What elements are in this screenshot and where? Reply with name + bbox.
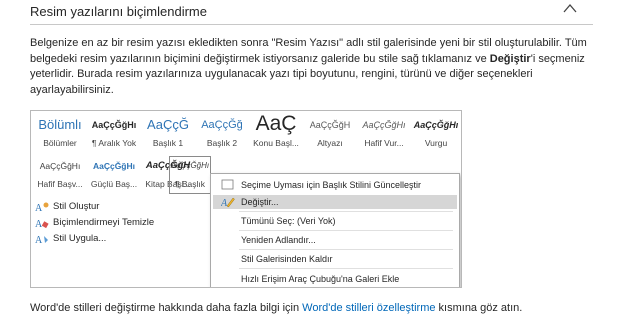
style-heading-2[interactable]: AaÇçĞğ Başlık 2 xyxy=(195,114,249,148)
command-label: Stil Oluştur xyxy=(53,201,100,212)
menu-separator xyxy=(239,249,453,250)
svg-text:A: A xyxy=(35,235,43,245)
apply-style-icon: A xyxy=(35,235,48,245)
menu-item-rename[interactable]: Yeniden Adlandır... xyxy=(213,233,457,247)
footer-text: Word'de stilleri değiştirme hakkında dah… xyxy=(30,302,522,314)
style-preview: AaÇçĞğH xyxy=(309,120,351,130)
style-label: Bölümler xyxy=(43,138,77,148)
style-subtle-emphasis[interactable]: AaÇçĞğHı Hafif Vur... xyxy=(357,114,411,148)
style-subtitle[interactable]: AaÇçĞğH Altyazı xyxy=(303,114,357,148)
menu-item-label: Yeniden Adlandır... xyxy=(241,235,316,245)
style-label: Başlık 2 xyxy=(206,138,238,148)
style-label: Altyazı xyxy=(317,138,343,148)
style-label: Güçlü Baş... xyxy=(90,179,138,189)
modify-icon: A xyxy=(221,197,235,208)
style-heading-1[interactable]: AaÇçĞ Başlık 1 xyxy=(141,114,195,148)
style-subtle-reference[interactable]: AaÇçĞğHı Hafif Başv... xyxy=(33,155,87,189)
clear-formatting-command[interactable]: A Biçimlendirmeyi Temizle xyxy=(35,216,185,230)
menu-separator xyxy=(239,268,453,269)
style-preview: AaÇçĞğHı xyxy=(39,161,81,171)
section-header[interactable]: Resim yazılarını biçimlendirme xyxy=(0,0,621,26)
style-label: Konu Başl... xyxy=(253,138,299,148)
paragraph-bold: Değiştir xyxy=(489,52,531,65)
style-title[interactable]: AaÇ Konu Başl... xyxy=(249,111,303,148)
command-label: Biçimlendirmeyi Temizle xyxy=(53,217,155,228)
style-gallery-screenshot: Bölümlı Bölümler AaÇçĞğHı ¶ Aralık Yok A… xyxy=(30,110,462,288)
menu-item-label: Tümünü Seç: (Veri Yok) xyxy=(241,216,336,226)
update-style-icon xyxy=(221,179,234,190)
style-preview: AaÇçĞğ xyxy=(201,119,243,131)
style-preview: AaÇçĞğHı xyxy=(362,120,406,130)
style-preview: AaÇ xyxy=(255,112,297,135)
style-label: Başlık 1 xyxy=(152,138,184,148)
style-intense-reference[interactable]: AaÇçĞğHı Güçlü Baş... xyxy=(87,155,141,189)
command-label: Stil Uygula... xyxy=(53,233,107,244)
style-context-menu: Seçime Uyması için Başlık Stilini Güncel… xyxy=(210,173,460,287)
menu-separator xyxy=(239,230,453,231)
create-style-icon: A xyxy=(35,202,49,213)
menu-item-add-to-quick-access[interactable]: Hızlı Erişim Araç Çubuğu'na Galeri Ekle xyxy=(213,272,457,286)
style-label: Hafif Başv... xyxy=(37,179,83,189)
header-divider xyxy=(30,24,593,25)
chevron-up-icon[interactable] xyxy=(562,2,578,14)
style-emphasis[interactable]: AaÇçĞğHı Vurgu xyxy=(409,114,461,148)
menu-item-label: Değiştir... xyxy=(241,197,279,207)
menu-item-select-all[interactable]: Tümünü Seç: (Veri Yok) xyxy=(213,214,457,228)
customize-styles-link[interactable]: Word'de stilleri özelleştirme xyxy=(302,302,435,314)
menu-item-label: Stil Galerisinden Kaldır xyxy=(241,254,333,264)
style-no-spacing[interactable]: AaÇçĞğHı ¶ Aralık Yok xyxy=(87,114,141,148)
create-style-command[interactable]: A Stil Oluştur xyxy=(35,200,155,214)
style-label: Hafif Vur... xyxy=(364,138,404,148)
menu-item-label: Hızlı Erişim Araç Çubuğu'na Galeri Ekle xyxy=(241,274,400,284)
style-preview: AaÇçĞğHı xyxy=(91,120,137,130)
style-chapters[interactable]: Bölümlı Bölümler xyxy=(33,114,87,148)
footer-prefix: Word'de stilleri değiştirme hakkında dah… xyxy=(30,302,303,314)
apply-style-command[interactable]: A Stil Uygula... xyxy=(35,232,155,246)
style-preview: AaÇçĞğHı xyxy=(92,161,136,171)
menu-separator xyxy=(239,211,453,212)
style-label: ¶ Aralık Yok xyxy=(91,138,137,148)
clear-formatting-icon: A xyxy=(35,219,49,229)
style-label: Vurgu xyxy=(424,138,448,148)
menu-item-remove-from-gallery[interactable]: Stil Galerisinden Kaldır xyxy=(213,252,457,266)
selected-style-outline xyxy=(169,156,211,194)
intro-paragraph: Belgenize en az bir resim yazısı ekledik… xyxy=(30,36,596,99)
svg-text:A: A xyxy=(221,198,228,208)
section-title: Resim yazılarını biçimlendirme xyxy=(30,4,207,19)
menu-item-update-style[interactable]: Seçime Uyması için Başlık Stilini Güncel… xyxy=(213,178,457,192)
menu-item-label: Seçime Uyması için Başlık Stilini Güncel… xyxy=(241,180,422,190)
style-preview: AaÇçĞ xyxy=(147,117,189,132)
svg-text:A: A xyxy=(35,219,43,229)
svg-text:A: A xyxy=(35,203,43,213)
style-preview: Bölümlı xyxy=(38,117,82,132)
style-preview: AaÇçĞğHı xyxy=(413,120,459,130)
footer-suffix: kısmına göz atın. xyxy=(435,302,523,314)
menu-item-modify[interactable]: A Değiştir... xyxy=(213,195,457,209)
